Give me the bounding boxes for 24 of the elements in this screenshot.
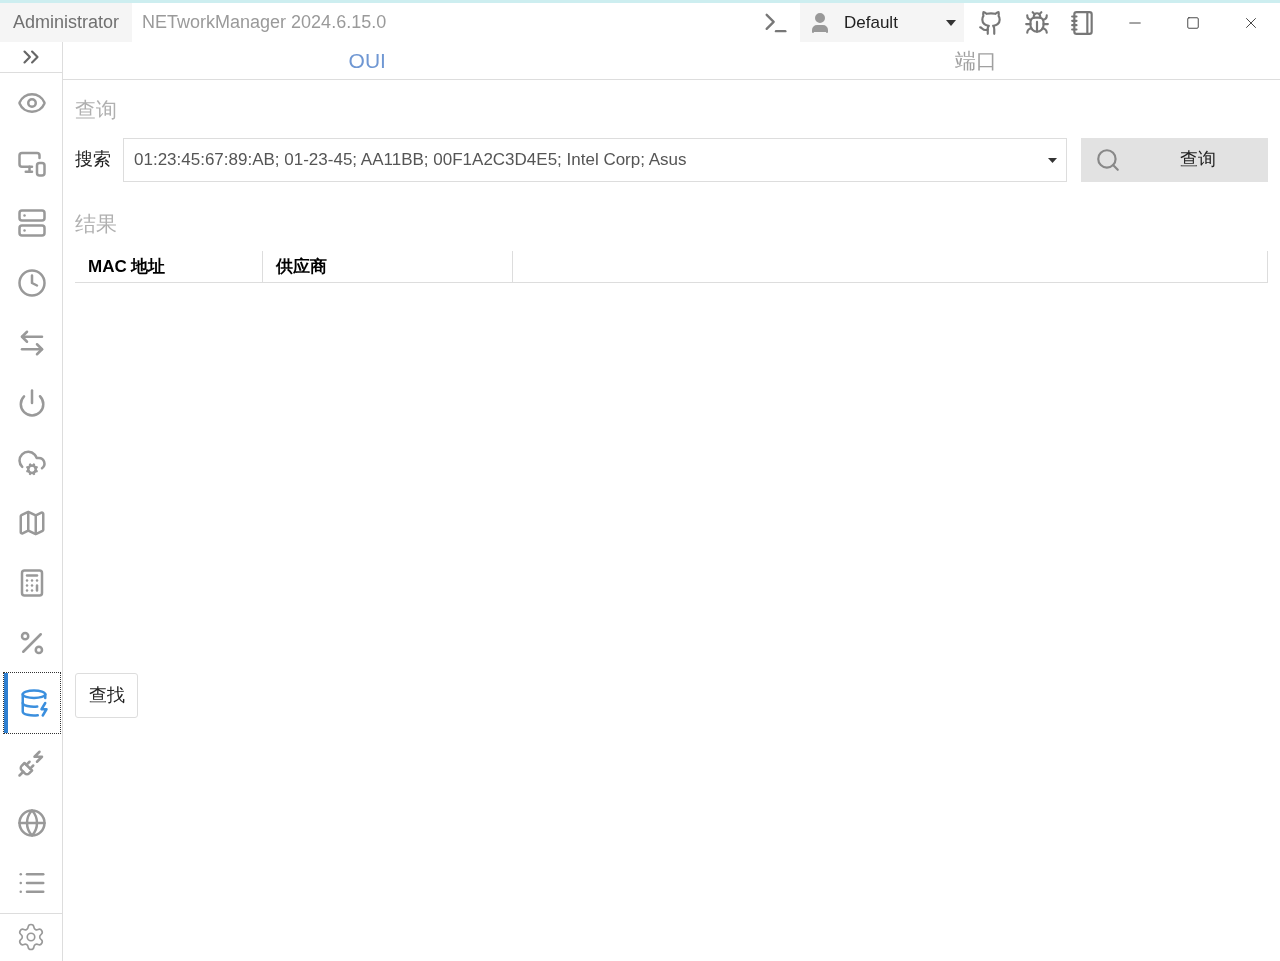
section-heading: 查询 (75, 97, 118, 123)
search-label: 搜索 (75, 148, 111, 171)
settings-icon[interactable] (16, 922, 46, 953)
server-icon (17, 207, 47, 238)
search-field[interactable]: 01:23:45:67:89:AB; 01-23-45; AA11BB; 00F1A2C3D4E5; Intel Corp; Asus (123, 137, 1067, 182)
globe-icon (17, 807, 47, 838)
column-header[interactable]: MAC 地址 (75, 251, 263, 282)
window-title: NETworkManager 2024.6.15.0 (142, 11, 387, 34)
clock-icon (17, 267, 47, 298)
user-label: Administrator (0, 3, 133, 42)
github-icon[interactable] (978, 9, 1004, 36)
maximize-icon[interactable] (1186, 15, 1200, 30)
bug-icon[interactable] (1024, 9, 1050, 36)
nav-item[interactable] (4, 672, 60, 733)
query-button[interactable]: 查询 (1081, 137, 1268, 182)
profile-dropdown[interactable]: Default (800, 3, 964, 42)
search-icon (1095, 146, 1121, 173)
caret-icon (946, 19, 956, 26)
find-button[interactable]: 查找 (75, 673, 138, 718)
power-icon (17, 387, 47, 418)
caret-icon (1048, 157, 1057, 163)
section-heading: 结果 (75, 210, 118, 237)
column-header[interactable]: 供应商 (263, 251, 513, 282)
book-icon[interactable] (1070, 9, 1096, 36)
